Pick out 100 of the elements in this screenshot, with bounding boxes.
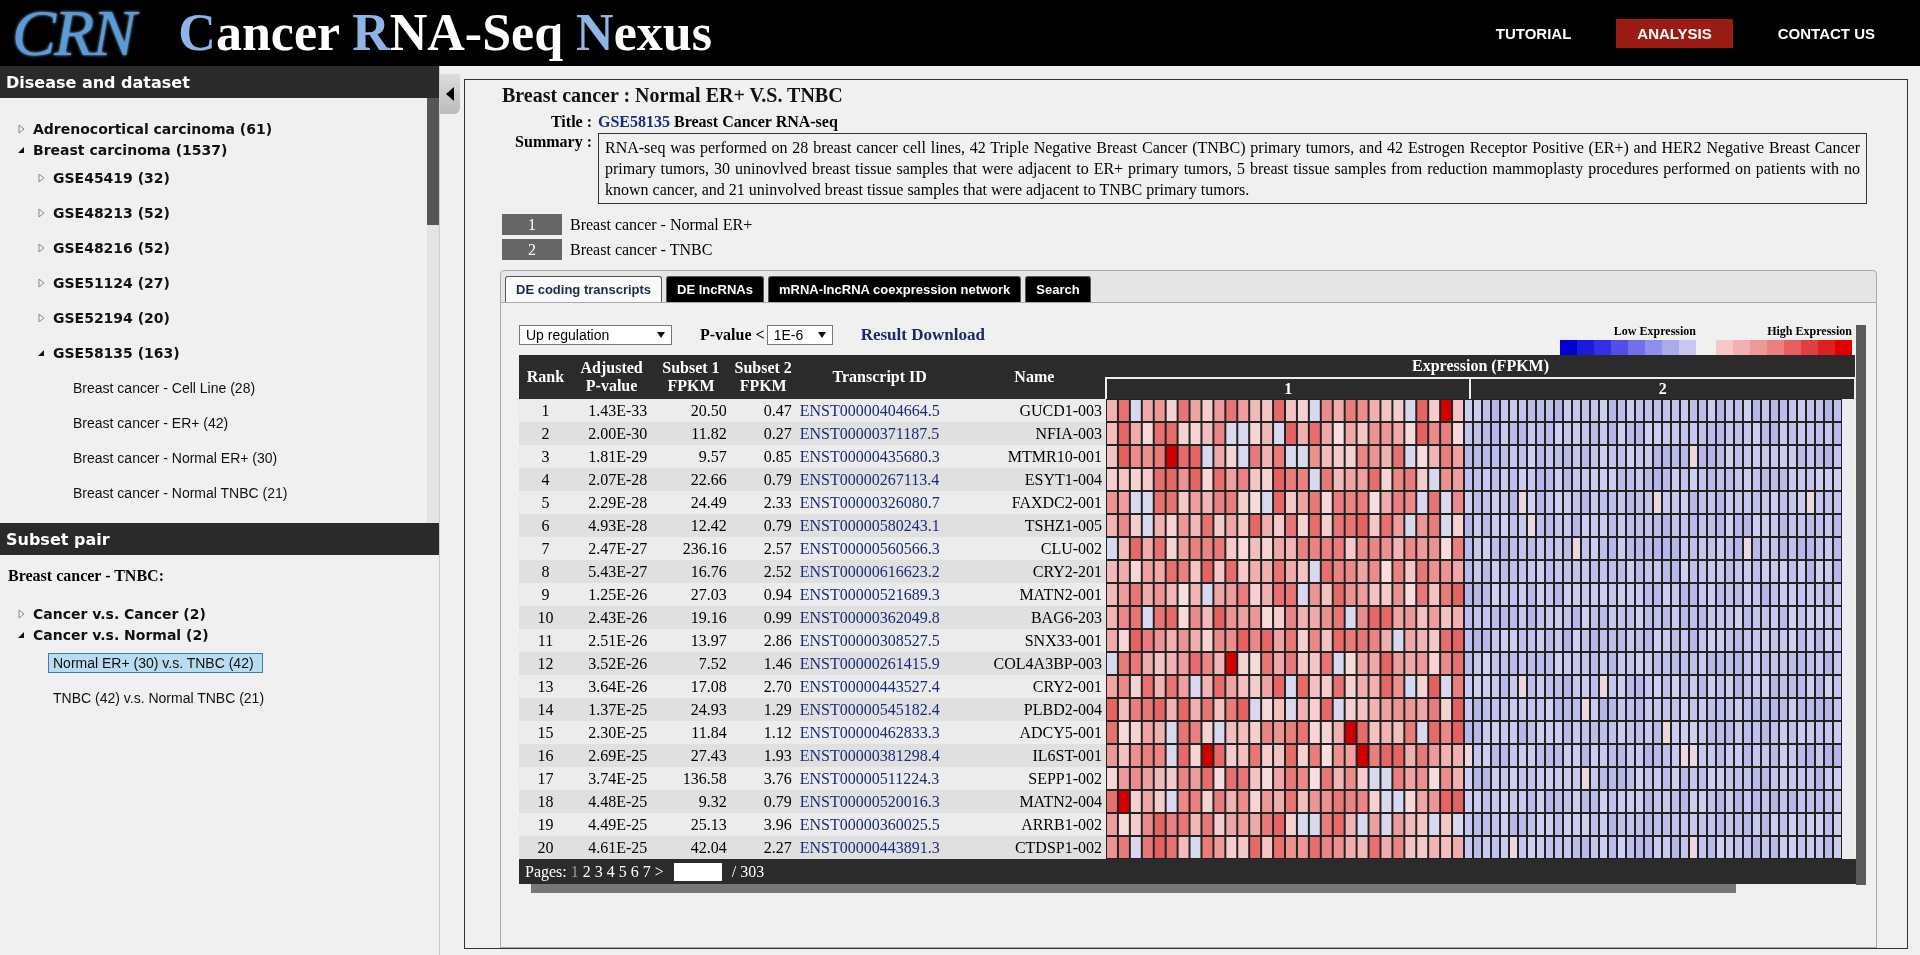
tree-item[interactable]: Breast cancer - ER+ (42) <box>68 412 238 433</box>
page-link[interactable]: 5 <box>618 862 627 881</box>
collapsed-triangle-icon[interactable] <box>37 172 45 183</box>
page-link[interactable]: 6 <box>630 862 639 881</box>
tree-item[interactable]: Breast cancer - Normal ER+ (30) <box>68 447 287 468</box>
page-link[interactable]: 2 <box>582 862 591 881</box>
collapsed-triangle-icon[interactable] <box>37 242 45 253</box>
collapsed-triangle-icon[interactable] <box>37 207 45 218</box>
tree-group-label[interactable]: GSE48213 (52) <box>48 202 179 223</box>
transcript-link[interactable]: ENST00000326080.7 <box>799 493 940 511</box>
table-cell: 16.76 <box>651 560 731 583</box>
transcript-link[interactable]: ENST00000443527.4 <box>799 677 940 695</box>
transcript-link[interactable]: ENST00000360025.5 <box>799 815 940 833</box>
dataset-link[interactable]: GSE58135 <box>598 113 670 130</box>
table-cell: 4.93E-28 <box>571 514 652 537</box>
left-arrow-icon[interactable] <box>446 87 454 101</box>
transcript-link[interactable]: ENST00000560566.3 <box>799 539 940 557</box>
subset-number: 1 <box>502 214 562 235</box>
transcript-link[interactable]: ENST00000545182.4 <box>799 700 940 718</box>
transcript-link[interactable]: ENST00000381298.4 <box>799 746 940 764</box>
tree-group-label[interactable]: GSE51124 (27) <box>48 272 179 293</box>
table-cell: ARRB1-002 <box>963 813 1107 836</box>
regulation-dropdown[interactable]: Up regulation <box>519 325 672 345</box>
table-cell: 19 <box>519 813 572 836</box>
tree-group-label[interactable]: GSE45419 (32) <box>48 167 179 188</box>
table-cell: 24.93 <box>651 698 731 721</box>
table-cell: BAG6-203 <box>963 606 1107 629</box>
transcript-link[interactable]: ENST00000580243.1 <box>799 516 940 534</box>
tree-group-label[interactable]: GSE58135 (163) <box>48 342 189 363</box>
tree-group-label[interactable]: GSE48216 (52) <box>48 237 179 258</box>
table-cell: CLU-002 <box>963 537 1107 560</box>
tree-item[interactable]: Breast cancer - Cell Line (28) <box>68 377 265 398</box>
transcript-link[interactable]: ENST00000616623.2 <box>799 562 940 580</box>
table-cell: 27.03 <box>651 583 731 606</box>
column-header: Adjusted P-value <box>571 355 652 399</box>
transcript-link[interactable]: ENST00000267113.4 <box>799 470 940 488</box>
page-link[interactable]: 4 <box>606 862 615 881</box>
dataset-title: GSE58135 Breast Cancer RNA-seq <box>598 113 839 131</box>
transcript-link[interactable]: ENST00000520016.3 <box>799 792 940 810</box>
table-cell: 9 <box>519 583 572 606</box>
table-cell: 10 <box>519 606 572 629</box>
page-link[interactable]: 1 <box>570 862 579 881</box>
transcript-link[interactable]: ENST00000371187.5 <box>799 424 940 442</box>
transcript-link[interactable]: ENST00000511224.3 <box>799 769 940 787</box>
table-cell: 1.81E-29 <box>571 445 652 468</box>
table-cell: 3.76 <box>730 767 796 790</box>
expanded-triangle-icon[interactable] <box>37 348 45 357</box>
field-label: Title : <box>549 113 592 131</box>
tree-item[interactable]: Normal ER+ (30) v.s. TNBC (42) <box>48 652 263 673</box>
tree-group-label[interactable]: Adrenocortical carcinoma (61) <box>28 118 282 139</box>
transcript-link[interactable]: ENST00000521689.3 <box>799 585 940 603</box>
page-link[interactable]: 3 <box>594 862 603 881</box>
transcript-link[interactable]: ENST00000261415.9 <box>799 654 940 672</box>
transcript-link[interactable]: ENST00000362049.8 <box>799 608 940 626</box>
nav-link[interactable]: ANALYSIS <box>1616 18 1733 48</box>
tab[interactable]: DE coding transcripts <box>505 276 663 302</box>
tree-group-label[interactable]: Cancer v.s. Cancer (2) <box>28 603 215 624</box>
tab[interactable]: DE lncRNAs <box>666 276 764 302</box>
nav-link[interactable]: CONTACT US <box>1756 18 1896 48</box>
collapsed-triangle-icon[interactable] <box>17 608 25 619</box>
tree-group-label[interactable]: Breast carcinoma (1537) <box>28 139 237 160</box>
page-link[interactable]: 7 <box>642 862 651 881</box>
table-cell: SEPP1-002 <box>963 767 1107 790</box>
pvalue-dropdown[interactable]: 1E-6 <box>766 325 833 345</box>
tree-item[interactable]: Breast cancer - Normal TNBC (21) <box>68 482 297 503</box>
scrollbar[interactable] <box>427 98 439 523</box>
tree-item[interactable]: TNBC (42) v.s. Normal TNBC (21) <box>48 687 274 708</box>
expanded-triangle-icon[interactable] <box>17 630 25 639</box>
expanded-triangle-icon[interactable] <box>17 145 25 154</box>
transcript-link[interactable]: ENST00000462833.3 <box>799 723 940 741</box>
dropdown-caret-icon <box>657 332 665 338</box>
tab[interactable]: Search <box>1025 276 1091 302</box>
transcript-link[interactable]: ENST00000308527.5 <box>799 631 940 649</box>
vertical-scrollbar[interactable] <box>1856 325 1866 885</box>
nav-link[interactable]: TUTORIAL <box>1474 18 1593 48</box>
pager-label: Pages: <box>525 862 567 881</box>
page-input[interactable] <box>673 862 722 881</box>
transcript-link[interactable]: ENST00000435680.3 <box>799 447 940 465</box>
tab[interactable]: mRNA-lncRNA coexpression network <box>767 276 1022 302</box>
collapsed-triangle-icon[interactable] <box>17 123 25 134</box>
tree-group-label[interactable]: GSE52194 (20) <box>48 307 179 328</box>
table-cell: 13 <box>519 675 572 698</box>
transcript-link[interactable]: ENST00000443891.3 <box>799 838 940 856</box>
table-cell: 6 <box>519 514 572 537</box>
column-header: Transcript ID <box>795 355 964 399</box>
horizontal-scrollbar[interactable] <box>531 884 1736 893</box>
tree-group-label[interactable]: Cancer v.s. Normal (2) <box>28 624 218 645</box>
transcript-link[interactable]: ENST00000404664.5 <box>799 401 940 419</box>
table-cell: 2.70 <box>730 675 796 698</box>
table-cell: 19.16 <box>651 606 731 629</box>
table-cell: 0.47 <box>730 399 796 422</box>
collapsed-triangle-icon[interactable] <box>37 312 45 323</box>
next-page-link[interactable]: > <box>654 862 664 881</box>
collapse-sidebar-button[interactable] <box>440 74 460 114</box>
table-cell: 236.16 <box>651 537 731 560</box>
collapsed-triangle-icon[interactable] <box>37 277 45 288</box>
table-cell: TSHZ1-005 <box>963 514 1107 537</box>
table-cell: 0.27 <box>730 422 796 445</box>
download-link[interactable]: Result Download <box>860 325 985 345</box>
dropdown-caret-icon <box>817 332 826 338</box>
